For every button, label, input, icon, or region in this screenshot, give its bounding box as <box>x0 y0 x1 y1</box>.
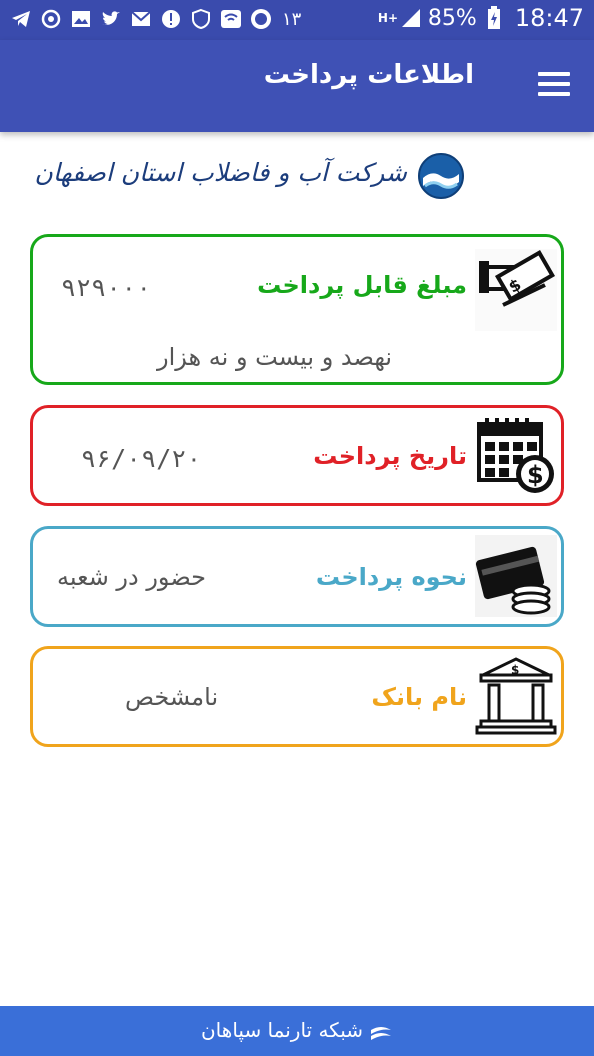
sync-icon <box>40 8 62 30</box>
card-coins-icon <box>475 535 557 617</box>
signal-icon <box>400 7 422 29</box>
cloud-alert-icon <box>160 8 182 30</box>
app-badge-icon <box>250 8 272 30</box>
svg-text:$: $ <box>527 461 544 489</box>
system-status: H+ 85% 18:47 <box>378 4 584 32</box>
amount-value: ۹۲۹۰۰۰ <box>61 273 152 302</box>
bank-name-card: $ نام بانک نامشخص <box>30 646 564 747</box>
amount-in-words: نهصد و بیست و نه هزار <box>157 343 393 371</box>
notification-count: ۱۳ <box>282 8 302 30</box>
status-bar: ۱۳ H+ 85% 18:47 <box>0 0 594 40</box>
mail-icon <box>130 8 152 30</box>
footer-text: شبکه تارنما سپاهان <box>200 1018 364 1042</box>
battery-charging-icon <box>483 6 505 29</box>
sepahan-logo-icon <box>369 1022 393 1042</box>
amount-label: مبلغ قابل پرداخت <box>257 271 467 299</box>
footer-brand[interactable]: شبکه تارنما سپاهان <box>0 1018 594 1042</box>
water-wave-emblem-icon <box>417 152 465 200</box>
company-name: شرکت آب و فاضلاب استان اصفهان <box>34 158 407 187</box>
network-type: H+ <box>377 10 399 25</box>
image-icon <box>70 8 92 30</box>
payment-method-card: نحوه پرداخت حضور در شعبه <box>30 526 564 627</box>
page-title: اطلاعات پرداخت <box>263 60 474 90</box>
date-value: ۹۶/۰۹/۲۰ <box>81 444 202 473</box>
notification-icons: ۱۳ <box>10 8 301 30</box>
twitter-icon <box>100 8 122 30</box>
payable-amount-card: $ مبلغ قابل پرداخت ۹۲۹۰۰۰ نهصد و بیست و … <box>30 234 564 385</box>
app-bar: اطلاعات پرداخت <box>0 40 594 132</box>
calendar-dollar-icon: $ <box>475 414 557 496</box>
method-label: نحوه پرداخت <box>315 563 467 591</box>
cash-hand-icon: $ <box>475 249 557 331</box>
method-value: حضور در شعبه <box>57 563 206 591</box>
shield-icon <box>190 8 212 30</box>
hamburger-menu-icon[interactable] <box>538 72 570 98</box>
telegram-icon <box>10 8 32 30</box>
bank-label: نام بانک <box>371 683 467 711</box>
wifi-box-icon <box>220 8 242 30</box>
company-logo: شرکت آب و فاضلاب استان اصفهان <box>35 150 465 206</box>
bank-building-icon: $ <box>475 655 557 737</box>
date-label: تاریخ پرداخت <box>313 442 467 470</box>
payment-date-card: $ تاریخ پرداخت ۹۶/۰۹/۲۰ <box>30 405 564 506</box>
footer-bar: شبکه تارنما سپاهان <box>0 1006 594 1056</box>
battery-percent: 85% <box>427 5 477 31</box>
clock: 18:47 <box>514 4 584 32</box>
bank-value: نامشخص <box>125 683 219 711</box>
